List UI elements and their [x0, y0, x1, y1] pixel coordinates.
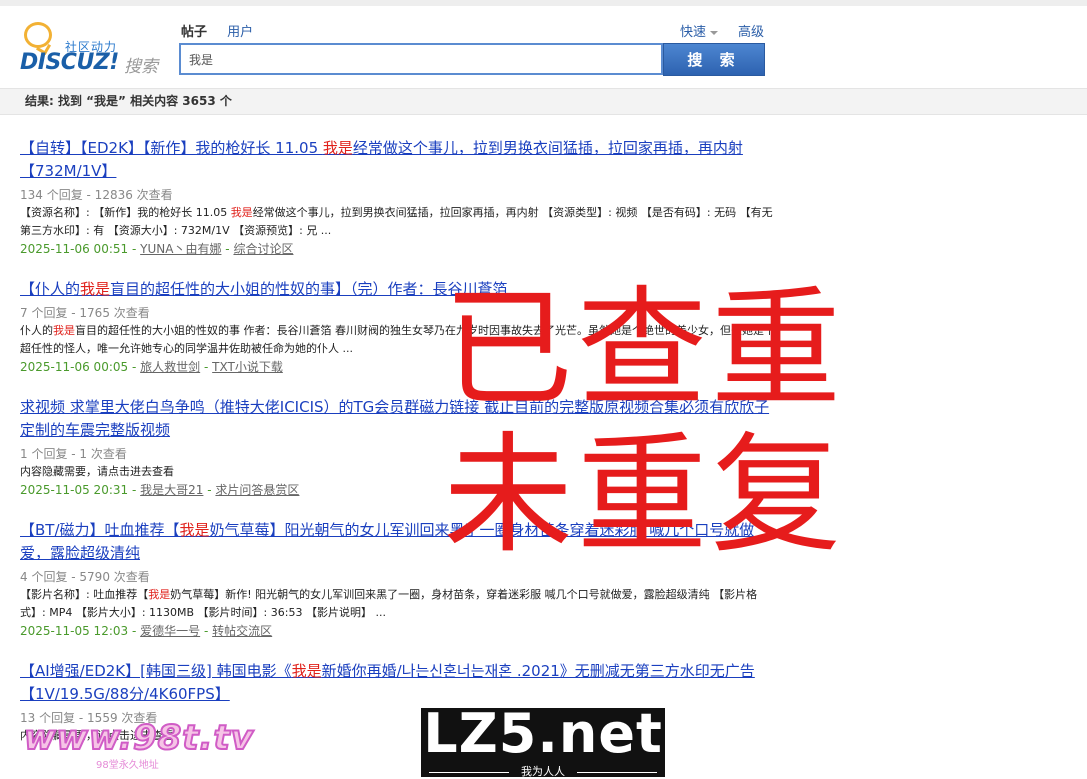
lz5-logo: LZ5.net 我为人人 — [421, 702, 665, 778]
lz5-logo-text: LZ5.net — [423, 702, 663, 765]
stamp-no-duplicate-text: 未重复 — [443, 419, 846, 571]
result-summary: 结果: 找到 “我是” 相关内容 3653 个 — [0, 88, 1087, 115]
search-type-tabs: 帖子 用户 — [181, 21, 269, 40]
result-meta: 2025-11-05 12:03 - 爱德华一号 - 转帖交流区 — [20, 624, 273, 638]
result-snippet: 【影片名称】: 吐血推荐【我是奶气草莓】新作! 阳光朝气的女儿军训回来黑了一圈，… — [20, 588, 758, 619]
watermark-98t-sub: 98堂永久地址 — [96, 760, 159, 771]
result-time: 2025-11-05 20:31 — [20, 483, 129, 497]
watermark-98t-url: www.98t.tv — [23, 717, 254, 759]
result-forum-link[interactable]: 综合讨论区 — [233, 242, 293, 256]
search-box — [179, 43, 663, 75]
result-stats: 134 个回复 - 12836 次查看 — [20, 188, 173, 202]
list-item: 【自转】【ED2K】【新作】我的枪好长 11.05 我是经常做这个事儿，拉到男换… — [20, 137, 782, 258]
result-meta: 2025-11-06 00:51 - YUNA丶由有娜 - 综合讨论区 — [20, 242, 294, 256]
stamp-checked-text: 已查重 — [443, 273, 846, 425]
result-snippet: 【资源名称】: 【新作】我的枪好长 11.05 我是经常做这个事儿，拉到男换衣间… — [20, 206, 773, 237]
result-author-link[interactable]: YUNA丶由有娜 — [140, 242, 221, 256]
advanced-search-link[interactable]: 高级 — [738, 21, 764, 40]
result-author-link[interactable]: 旅人救世剑 — [140, 360, 200, 374]
logo-search-label: 搜索 — [124, 57, 158, 77]
search-button[interactable]: 搜 索 — [663, 43, 765, 76]
logo-brand: DISCUZ! — [20, 50, 119, 75]
result-forum-link[interactable]: TXT小说下载 — [212, 360, 283, 374]
tab-posts[interactable]: 帖子 — [181, 25, 207, 40]
result-time: 2025-11-05 12:03 — [20, 624, 129, 638]
result-time: 2025-11-06 00:51 — [20, 242, 129, 256]
quick-search-dropdown[interactable]: 快速 — [680, 21, 719, 40]
result-forum-link[interactable]: 转帖交流区 — [212, 624, 272, 638]
result-time: 2025-11-06 00:05 — [20, 360, 129, 374]
watermark-98t: www.98t.tv 98堂永久地址 — [23, 717, 254, 773]
result-title-link[interactable]: 【AI增强/ED2K】[韩国三级] 韩国电影《我是新婚你再婚/나는신혼너는재혼 … — [20, 660, 782, 706]
discuz-logo[interactable]: 社区动力 DISCUZ! 搜索 — [20, 20, 165, 77]
search-input[interactable] — [181, 45, 661, 73]
tab-users[interactable]: 用户 — [227, 25, 253, 40]
quick-label: 快速 — [680, 25, 707, 40]
top-strip — [0, 0, 1087, 6]
result-author-link[interactable]: 我是大哥21 — [140, 483, 203, 497]
result-title-link[interactable]: 【自转】【ED2K】【新作】我的枪好长 11.05 我是经常做这个事儿，拉到男换… — [20, 137, 782, 183]
result-author-link[interactable]: 爱德华一号 — [140, 624, 200, 638]
chevron-down-icon — [710, 30, 719, 35]
result-forum-link[interactable]: 求片问答悬赏区 — [215, 483, 299, 497]
